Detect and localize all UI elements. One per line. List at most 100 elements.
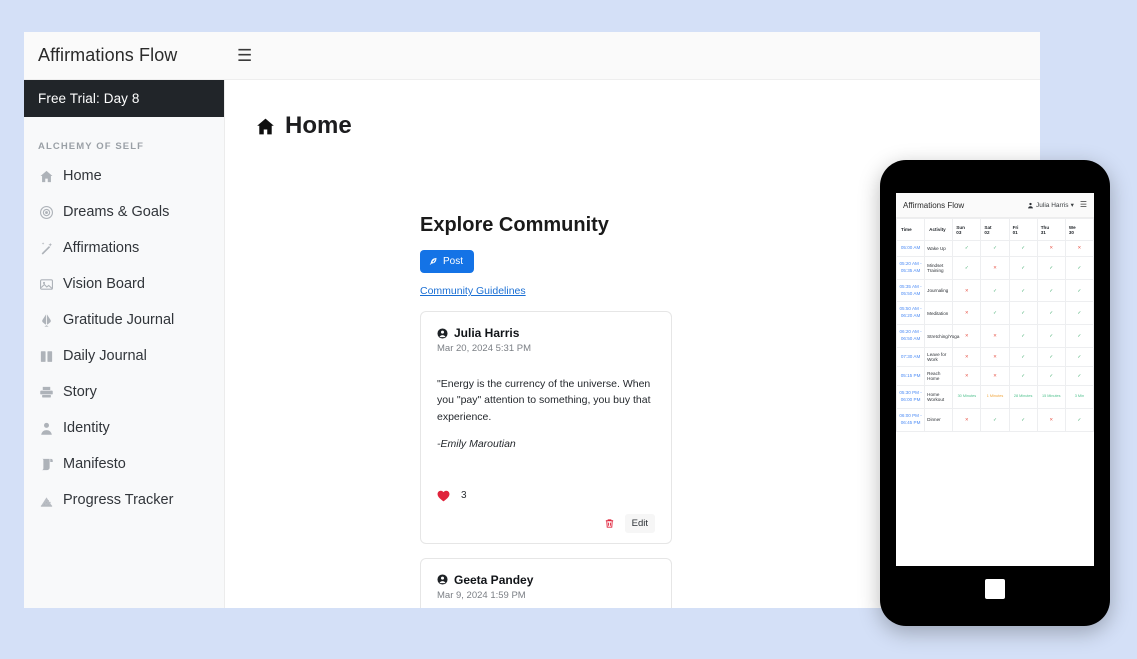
cross-icon: ✕ bbox=[964, 354, 969, 360]
day-number: 03 bbox=[956, 229, 962, 235]
cell-status[interactable]: ✓ bbox=[980, 301, 1010, 326]
cell-status[interactable]: ✕ bbox=[1036, 407, 1066, 432]
cell-status[interactable]: ✓ bbox=[1064, 301, 1094, 326]
edit-button[interactable]: Edit bbox=[624, 513, 655, 533]
cell-status[interactable]: ✓ bbox=[1008, 347, 1038, 368]
cell-status[interactable]: ✓ bbox=[1036, 278, 1066, 303]
cell-status[interactable]: ✕ bbox=[952, 347, 982, 368]
sidebar-item-progress-tracker[interactable]: Progress Tracker bbox=[24, 482, 224, 518]
trash-icon[interactable] bbox=[604, 518, 615, 529]
sidebar-item-gratitude-journal[interactable]: Gratitude Journal bbox=[24, 302, 224, 338]
check-icon: ✓ bbox=[1021, 333, 1026, 339]
sidebar-item-vision-board[interactable]: Vision Board bbox=[24, 266, 224, 302]
cell-status[interactable]: ✓ bbox=[1036, 324, 1066, 349]
cell-status[interactable]: ✕ bbox=[980, 366, 1010, 387]
cell-time[interactable]: 06:20 AM - 06:50 AM bbox=[896, 324, 926, 349]
heart-icon[interactable] bbox=[437, 490, 450, 502]
day-number: 02 bbox=[984, 229, 990, 235]
cell-status[interactable]: ✕ bbox=[952, 301, 982, 326]
sidebar-item-label: Manifesto bbox=[63, 456, 126, 472]
cell-status[interactable]: ✓ bbox=[1064, 347, 1094, 368]
cell-status[interactable]: ✓ bbox=[980, 240, 1010, 257]
check-icon: ✓ bbox=[1077, 310, 1082, 316]
hamburger-menu-icon[interactable]: ☰ bbox=[1080, 201, 1087, 209]
sidebar-item-dreams-goals[interactable]: Dreams & Goals bbox=[24, 194, 224, 230]
cell-status[interactable]: ✕ bbox=[952, 366, 982, 387]
cell-status[interactable]: ✓ bbox=[952, 255, 982, 280]
cell-time[interactable]: 07:30 AM bbox=[896, 347, 926, 368]
post-like-row[interactable]: 3 bbox=[437, 490, 655, 502]
cell-status[interactable]: ✓ bbox=[1008, 278, 1038, 303]
cell-activity: Leave for Work bbox=[924, 347, 954, 368]
sidebar-item-label: Daily Journal bbox=[63, 348, 147, 364]
cell-status[interactable]: 3 Min bbox=[1064, 385, 1094, 409]
cell-status[interactable]: ✓ bbox=[1008, 407, 1038, 432]
cell-status[interactable]: ✓ bbox=[1064, 407, 1094, 432]
cell-status[interactable]: ✕ bbox=[952, 407, 982, 432]
cell-status[interactable]: ✓ bbox=[1008, 324, 1038, 349]
cell-status[interactable]: 30 Minutes bbox=[952, 385, 982, 409]
cell-status[interactable]: ✓ bbox=[1064, 366, 1094, 387]
community-feed: Explore Community Post Community Guideli… bbox=[420, 214, 672, 608]
top-bar: Affirmations Flow ☰ bbox=[24, 32, 1040, 80]
cell-status[interactable]: ✓ bbox=[1008, 255, 1038, 280]
cell-status[interactable]: ✓ bbox=[1036, 347, 1066, 368]
cell-status[interactable]: ✓ bbox=[980, 278, 1010, 303]
check-icon: ✓ bbox=[1021, 287, 1026, 293]
sidebar-nav-list: Home Dreams & Goals Affirmations Vision Boa… bbox=[24, 158, 224, 518]
cell-time[interactable]: 06:00 PM - 06:45 PM bbox=[896, 407, 926, 432]
post-date: Mar 20, 2024 5:31 PM bbox=[437, 343, 531, 354]
cross-icon: ✕ bbox=[1077, 245, 1082, 251]
scroll-icon bbox=[38, 456, 54, 472]
table-header-row: Time Activity Sun 03 Sat 02 Fri 01 Thu 31 We 30 bbox=[896, 218, 1094, 241]
post-date: Mar 9, 2024 1:59 PM bbox=[437, 589, 526, 601]
chevron-down-icon: ▾ bbox=[1070, 202, 1074, 209]
cell-status[interactable]: 1 Minutes bbox=[980, 385, 1010, 409]
cell-status[interactable]: ✓ bbox=[1064, 324, 1094, 349]
cell-status[interactable]: ✕ bbox=[1036, 240, 1066, 257]
check-icon: ✓ bbox=[1049, 287, 1054, 293]
cell-status[interactable]: 15 Minutes bbox=[1036, 385, 1066, 409]
cell-time[interactable]: 05:50 AM - 06:20 AM bbox=[896, 301, 926, 326]
cell-status[interactable]: ✕ bbox=[980, 324, 1010, 349]
cell-status[interactable]: ✓ bbox=[980, 407, 1010, 432]
cell-time[interactable]: 05:35 AM - 05:50 AM bbox=[896, 278, 926, 303]
cell-status[interactable]: 28 Minutes bbox=[1008, 385, 1038, 409]
cell-status[interactable]: ✓ bbox=[952, 240, 982, 257]
cell-status[interactable]: ✓ bbox=[1036, 366, 1066, 387]
user-menu[interactable]: Julia Harris ▾ bbox=[1027, 201, 1074, 209]
sidebar-item-affirmations[interactable]: Affirmations bbox=[24, 230, 224, 266]
sidebar-item-home[interactable]: Home bbox=[24, 158, 224, 194]
cell-status[interactable]: ✕ bbox=[980, 347, 1010, 368]
sidebar-item-daily-journal[interactable]: Daily Journal bbox=[24, 338, 224, 374]
feather-pen-icon bbox=[429, 257, 438, 266]
cell-time[interactable]: 05:00 AM bbox=[896, 240, 926, 257]
cell-status[interactable]: ✕ bbox=[952, 278, 982, 303]
cell-activity: Meditation bbox=[924, 301, 954, 326]
progress-tracker-table: Time Activity Sun 03 Sat 02 Fri 01 Thu 31 We 30 05:… bbox=[896, 218, 1094, 432]
sidebar-item-identity[interactable]: Identity bbox=[24, 410, 224, 446]
check-icon: ✓ bbox=[1021, 373, 1026, 379]
cell-status[interactable]: ✓ bbox=[1008, 366, 1038, 387]
column-header-day: We 30 bbox=[1064, 218, 1094, 241]
cell-status[interactable]: ✓ bbox=[1064, 278, 1094, 303]
sidebar-item-story[interactable]: Story bbox=[24, 374, 224, 410]
sidebar-item-manifesto[interactable]: Manifesto bbox=[24, 446, 224, 482]
tablet-top-bar: Affirmations Flow Julia Harris ▾ ☰ bbox=[896, 193, 1094, 218]
post-button[interactable]: Post bbox=[420, 250, 475, 273]
hamburger-menu-icon[interactable]: ☰ bbox=[237, 47, 252, 64]
cell-status[interactable]: ✓ bbox=[1008, 240, 1038, 257]
tablet-home-button[interactable] bbox=[985, 579, 1005, 599]
cell-status[interactable]: ✓ bbox=[1036, 301, 1066, 326]
cross-icon: ✕ bbox=[993, 264, 997, 270]
cell-time[interactable]: 05:20 AM - 05:35 AM bbox=[896, 255, 926, 280]
cell-status[interactable]: ✕ bbox=[980, 255, 1010, 280]
cell-status[interactable]: ✕ bbox=[1064, 240, 1094, 257]
cell-time[interactable]: 05:30 PM - 06:00 PM bbox=[896, 385, 926, 409]
community-guidelines-link[interactable]: Community Guidelines bbox=[420, 285, 672, 297]
cell-status[interactable]: ✓ bbox=[1008, 301, 1038, 326]
cell-status[interactable]: ✓ bbox=[1036, 255, 1066, 280]
cell-status[interactable]: ✓ bbox=[1064, 255, 1094, 280]
table-row: 07:30 AM Leave for Work ✕ ✕ ✓ ✓ ✓ bbox=[896, 347, 1094, 368]
cell-time[interactable]: 05:15 PM bbox=[896, 366, 926, 387]
